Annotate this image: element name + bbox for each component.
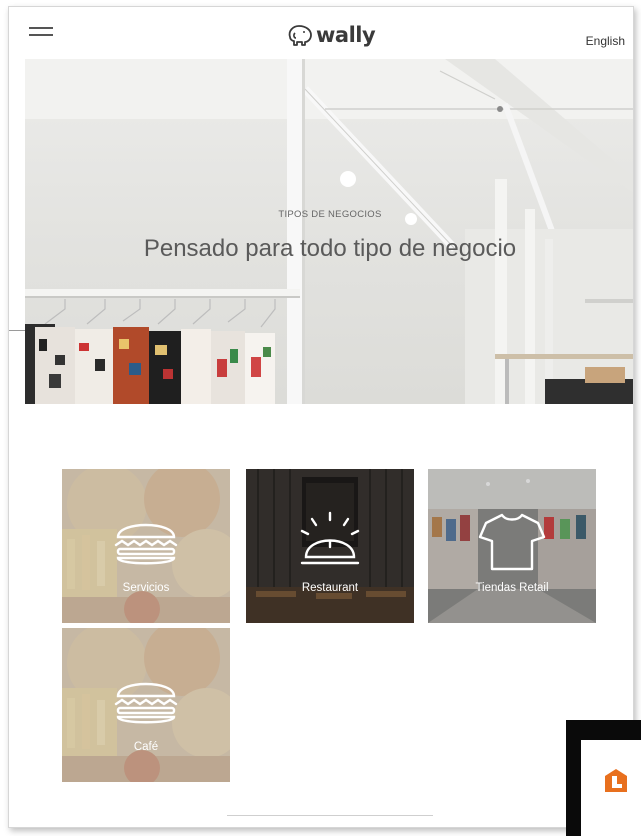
store-interior-image bbox=[25, 59, 633, 404]
category-tile-servicios[interactable]: Servicios bbox=[62, 469, 230, 623]
top-header: wally English bbox=[9, 7, 633, 59]
hero-title: Pensado para todo tipo de negocio bbox=[143, 235, 517, 262]
language-selector[interactable]: English bbox=[586, 34, 625, 48]
cloche-icon bbox=[300, 511, 360, 565]
category-label: Restaurant bbox=[301, 582, 359, 594]
category-tile-cafe[interactable]: Café bbox=[62, 628, 230, 782]
hero-eyebrow: TIPOS DE NEGOCIOS bbox=[278, 209, 382, 220]
tshirt-icon bbox=[478, 513, 546, 571]
logo-text: wally bbox=[316, 23, 376, 47]
orange-app-icon[interactable] bbox=[601, 766, 631, 796]
elephant-logo-icon bbox=[288, 25, 312, 46]
hamburger-menu-icon[interactable] bbox=[29, 27, 53, 41]
category-tile-tiendas-retail[interactable]: Tiendas Retail bbox=[428, 469, 596, 623]
wally-logo[interactable]: wally bbox=[286, 21, 376, 49]
overlay-app-window bbox=[566, 720, 641, 836]
burger-icon bbox=[114, 682, 178, 724]
hero-banner: TIPOS DE NEGOCIOS Pensado para todo tipo… bbox=[25, 59, 633, 404]
footer-divider bbox=[227, 815, 433, 816]
burger-icon bbox=[114, 523, 178, 565]
app-frame: wally English TIPOS DE NEGOCIOS Pensado … bbox=[8, 6, 634, 828]
category-label: Servicios bbox=[122, 582, 170, 594]
overlay-app-panel bbox=[581, 740, 641, 836]
category-label: Café bbox=[133, 741, 159, 753]
category-tile-restaurant[interactable]: Restaurant bbox=[246, 469, 414, 623]
category-label: Tiendas Retail bbox=[475, 582, 549, 594]
